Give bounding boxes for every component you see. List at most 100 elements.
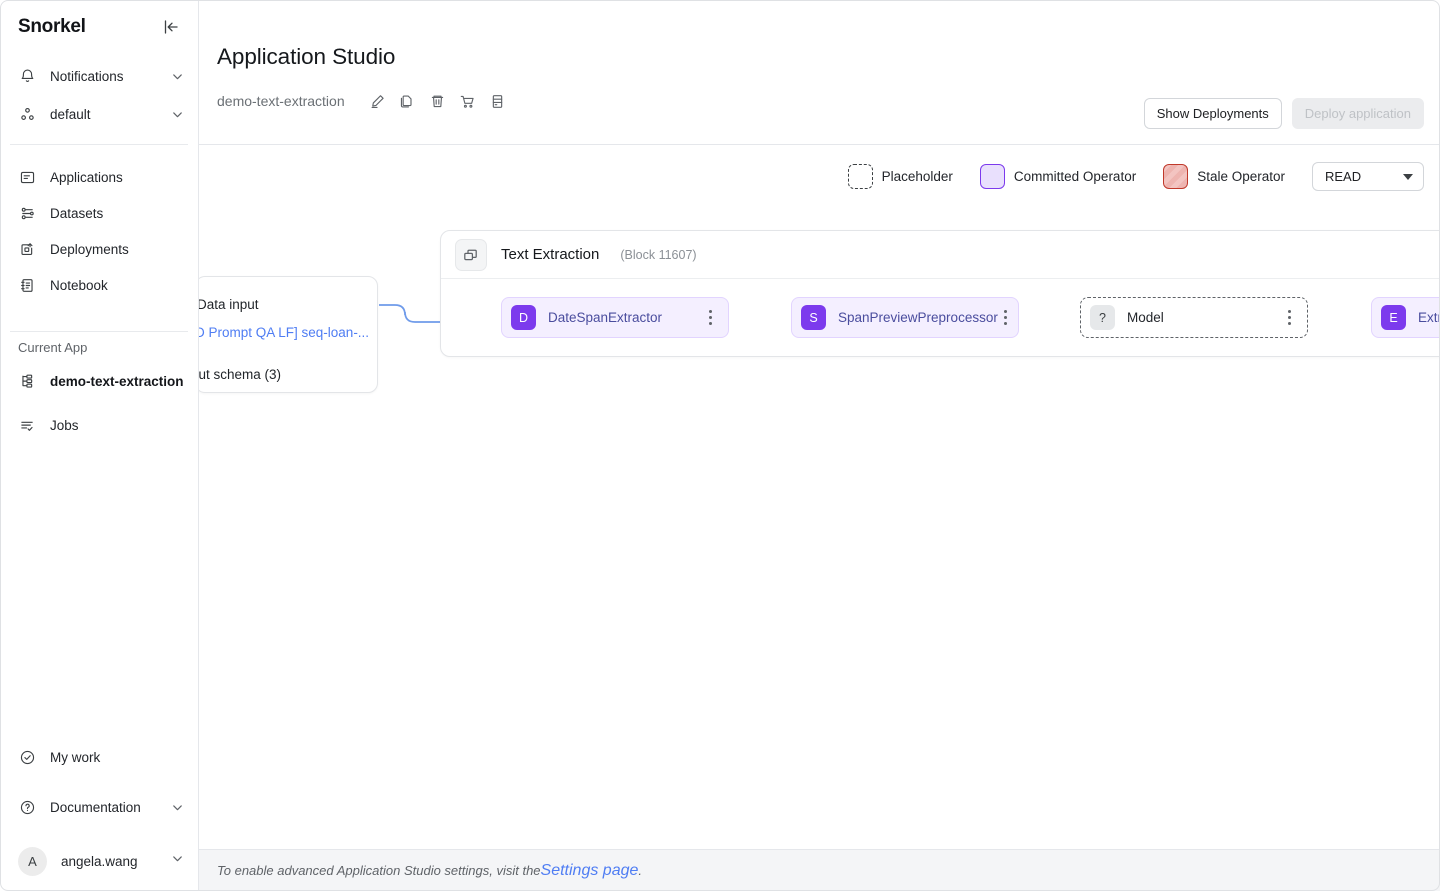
operator-name: Extra (1418, 310, 1440, 325)
user-name: angela.wang (61, 853, 138, 869)
block-body: D DateSpanExtractor S SpanPreviewPreproc… (441, 279, 1440, 356)
collapse-sidebar-icon[interactable] (160, 16, 182, 38)
block-subtitle: (Block 11607) (620, 247, 697, 262)
sidebar-item-documentation[interactable]: Documentation (0, 793, 198, 821)
sidebar-nav-group: Applications Datasets Deployments Notebo… (0, 145, 198, 309)
legend-bar: Placeholder Committed Operator Stale Ope… (199, 145, 1440, 208)
more-vertical-icon[interactable] (998, 310, 1014, 325)
question-circle-icon (18, 798, 36, 816)
current-app-label: Current App (18, 340, 88, 355)
operator-name: SpanPreviewPreprocessor (838, 310, 998, 325)
application-studio-page: Snorkel Notifications default Applicatio… (0, 0, 1440, 891)
cart-icon[interactable] (453, 88, 483, 114)
operator-badge: D (511, 305, 536, 330)
sidebar-item-label: Documentation (50, 799, 141, 815)
sidebar-item-label: demo-text-extraction (50, 373, 184, 389)
header-actions: Show Deployments Deploy application (1143, 98, 1424, 129)
more-vertical-icon[interactable] (1281, 310, 1297, 325)
operator-node-datespanextractor[interactable]: D DateSpanExtractor (501, 297, 729, 338)
operator-badge: E (1381, 305, 1406, 330)
sidebar-item-label: Notebook (50, 277, 108, 293)
stale-operator-swatch (1163, 164, 1189, 189)
sidebar-current-app-group: demo-text-extraction Jobs (0, 367, 198, 445)
operator-badge: ? (1090, 305, 1115, 330)
bell-icon (18, 67, 36, 85)
data-input-card[interactable]: Data input D Prompt QA LF] seq-loan-... … (199, 276, 378, 393)
more-vertical-icon[interactable] (702, 310, 718, 325)
placeholder-swatch (847, 164, 873, 189)
footer-bar: To enable advanced Application Studio se… (199, 849, 1440, 891)
legend-label: Committed Operator (1013, 169, 1137, 184)
footer-period: . (638, 863, 643, 878)
sidebar-item-notebook[interactable]: Notebook (0, 271, 198, 299)
chevron-down-icon (170, 69, 184, 83)
chevron-down-icon (170, 107, 184, 121)
check-circle-icon (18, 748, 36, 766)
sidebar: Snorkel Notifications default Applicatio… (0, 0, 199, 891)
main-content: Application Studio demo-text-extraction (199, 0, 1440, 891)
sidebar-item-default-workspace[interactable]: default (0, 100, 198, 128)
legend-placeholder: Placeholder (847, 164, 953, 189)
app-logo: Snorkel (18, 16, 86, 37)
footer-text: To enable advanced Application Studio se… (217, 863, 541, 878)
settings-page-link[interactable]: Settings page (541, 862, 639, 880)
sidebar-item-label: Deployments (50, 241, 129, 257)
sidebar-item-label: Notifications (50, 68, 124, 84)
sidebar-item-deployments[interactable]: Deployments (0, 235, 198, 263)
sidebar-bottom-group: My work Documentation A angela.wang (0, 743, 198, 891)
user-account-row[interactable]: A angela.wang (0, 843, 198, 879)
operator-node-spanpreviewpreprocessor[interactable]: S SpanPreviewPreprocessor (791, 297, 1019, 338)
chevron-down-icon (170, 800, 184, 814)
legend-committed-operator: Committed Operator (979, 164, 1137, 189)
avatar: A (18, 846, 47, 876)
operator-node-model-placeholder[interactable]: ? Model (1080, 297, 1308, 338)
deployments-icon (18, 240, 36, 258)
layers-icon (455, 238, 487, 271)
block-text-extraction[interactable]: Text Extraction (Block 11607) D DateSpan… (440, 230, 1440, 357)
applications-icon (18, 168, 36, 186)
committed-operator-swatch (979, 164, 1005, 189)
server-icon[interactable] (483, 88, 513, 114)
data-input-title: Data input (199, 297, 259, 312)
breadcrumb-app-name: demo-text-extraction (217, 93, 345, 109)
sidebar-item-notifications[interactable]: Notifications (0, 62, 198, 90)
datasets-icon (18, 204, 36, 222)
trash-icon[interactable] (423, 88, 453, 114)
sidebar-item-label: Datasets (50, 205, 104, 221)
block-title: Text Extraction (501, 246, 600, 263)
sidebar-brand-row: Snorkel (0, 0, 198, 54)
sidebar-item-my-work[interactable]: My work (0, 743, 198, 771)
legend-label: Stale Operator (1197, 169, 1285, 184)
operator-name: DateSpanExtractor (548, 310, 663, 325)
chevron-down-icon (1403, 173, 1413, 180)
sidebar-item-jobs[interactable]: Jobs (0, 411, 198, 439)
mode-select[interactable]: READ (1312, 162, 1424, 191)
block-header: Text Extraction (Block 11607) (441, 231, 1440, 279)
sidebar-item-label: Applications (50, 169, 123, 185)
sidebar-item-label: default (50, 106, 91, 122)
operator-name: Model (1127, 310, 1164, 325)
operator-badge: S (801, 305, 826, 330)
sidebar-item-demo-text-extraction[interactable]: demo-text-extraction (0, 367, 198, 395)
deploy-application-button: Deploy application (1291, 98, 1424, 129)
copy-icon[interactable] (393, 88, 423, 114)
edit-icon[interactable] (363, 88, 393, 114)
operator-node-extra[interactable]: E Extra (1371, 297, 1440, 338)
sidebar-divider-2 (10, 331, 188, 332)
data-input-dataset-link[interactable]: D Prompt QA LF] seq-loan-... (199, 325, 377, 340)
data-input-schema: put schema (3) (199, 367, 282, 382)
sidebar-item-label: Jobs (50, 417, 79, 433)
flow-canvas[interactable]: Data input D Prompt QA LF] seq-loan-... … (199, 208, 1440, 849)
show-deployments-button[interactable]: Show Deployments (1143, 98, 1282, 129)
sidebar-item-applications[interactable]: Applications (0, 163, 198, 191)
mode-select-value: READ (1325, 169, 1362, 184)
sidebar-top-group: Notifications default (0, 54, 198, 134)
page-title: Application Studio (217, 44, 396, 69)
app-tree-icon (18, 372, 36, 390)
jobs-icon (18, 416, 36, 434)
legend-label: Placeholder (881, 169, 953, 184)
sidebar-item-label: My work (50, 749, 101, 765)
sidebar-item-datasets[interactable]: Datasets (0, 199, 198, 227)
notebook-icon (18, 276, 36, 294)
workspace-icon (18, 105, 36, 123)
